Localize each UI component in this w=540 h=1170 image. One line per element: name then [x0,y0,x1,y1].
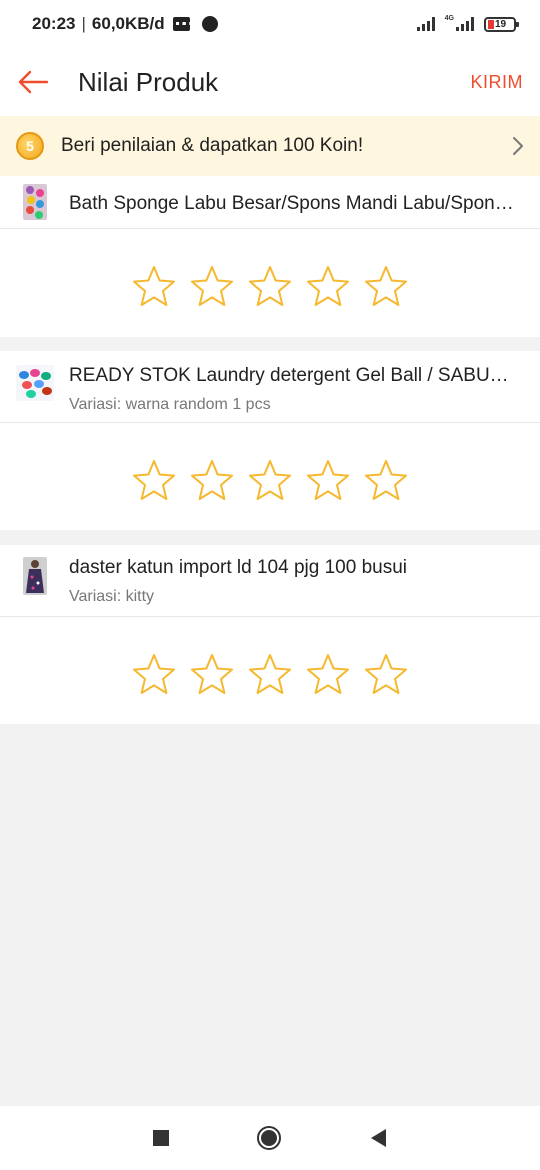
status-left: 20:23 | 60,0KB/d [32,14,218,34]
product-info: daster katun import ld 104 pjg 100 busui… [69,557,540,606]
back-arrow-icon [18,70,49,94]
signal-icon [416,17,435,31]
star-icon[interactable] [188,651,236,699]
product-thumbnail [23,184,47,220]
star-icon[interactable] [130,263,178,311]
product-name: Bath Sponge Labu Besar/Spons Mandi Labu/… [69,193,514,214]
product-name: daster katun import ld 104 pjg 100 busui [69,557,407,578]
page-title: Nilai Produk [78,66,219,97]
status-separator: | [81,14,86,33]
product-card: Bath Sponge Labu Besar/Spons Mandi Labu/… [0,176,540,337]
status-right: 4G 19 [416,14,519,32]
star-icon[interactable] [362,263,410,311]
signal-4g-icon [456,17,474,31]
message-icon [172,17,190,31]
star-icon[interactable] [246,651,294,699]
star-icon[interactable] [188,263,236,311]
product-thumbnail [23,557,47,595]
battery-icon: 19 [484,16,519,32]
home-icon [261,1130,277,1146]
star-rating[interactable] [0,423,540,505]
star-rating[interactable] [0,617,540,699]
app-header: Nilai Produk KIRIM [0,48,540,116]
product-variation: Variasi: kitty [69,588,155,605]
coin-reward-banner[interactable]: 5 Beri penilaian & dapatkan 100 Koin! [0,116,540,176]
status-time: 20:23 [32,14,76,33]
product-variation: Variasi: warna random 1 pcs [69,396,271,413]
back-button[interactable] [0,48,66,116]
star-icon[interactable] [362,457,410,505]
status-bar: 20:23 | 60,0KB/d 4G 19 [0,0,540,48]
product-name: READY STOK Laundry detergent Gel Ball / … [69,365,520,386]
star-icon[interactable] [130,651,178,699]
star-icon[interactable] [362,651,410,699]
network-speed: 60,0KB/d [91,14,165,33]
star-icon[interactable] [246,263,294,311]
star-icon[interactable] [188,457,236,505]
recent-apps-button[interactable] [153,1130,169,1146]
chevron-right-icon [513,137,523,155]
product-card: daster katun import ld 104 pjg 100 busui… [0,545,540,724]
back-button-icon[interactable] [369,1128,387,1148]
coin-value: 5 [26,138,34,154]
messenger-icon [201,16,218,32]
star-icon[interactable] [304,263,352,311]
star-rating[interactable] [0,229,540,311]
home-button[interactable] [257,1126,281,1150]
product-row[interactable]: Bath Sponge Labu Besar/Spons Mandi Labu/… [0,176,540,229]
submit-button[interactable]: KIRIM [470,72,523,93]
product-card: READY STOK Laundry detergent Gel Ball / … [0,351,540,530]
product-info: READY STOK Laundry detergent Gel Ball / … [69,365,540,414]
network-type-label: 4G [444,14,454,22]
system-nav-bar [0,1106,540,1170]
star-icon[interactable] [304,457,352,505]
product-thumbnail [16,365,54,401]
star-icon[interactable] [246,457,294,505]
battery-level: 19 [495,18,507,30]
star-icon[interactable] [304,651,352,699]
star-icon[interactable] [130,457,178,505]
product-row[interactable]: daster katun import ld 104 pjg 100 busui… [0,545,540,617]
product-row[interactable]: READY STOK Laundry detergent Gel Ball / … [0,351,540,423]
coin-icon: 5 [16,132,44,160]
coin-banner-text: Beri penilaian & dapatkan 100 Koin! [61,135,364,156]
product-info: Bath Sponge Labu Besar/Spons Mandi Labu/… [69,184,540,215]
